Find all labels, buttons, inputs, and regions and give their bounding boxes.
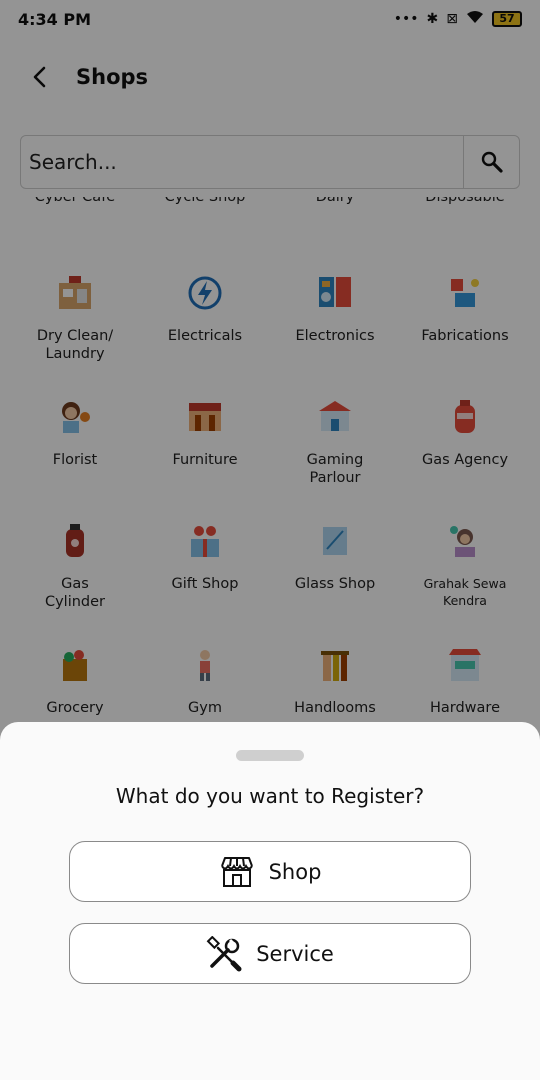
register-shop-label: Shop [268,859,322,884]
sheet-title: What do you want to Register? [115,784,425,808]
register-shop-button[interactable]: Shop [69,841,471,902]
storefront-icon [220,856,253,887]
register-service-button[interactable]: Service [69,923,471,984]
tools-icon [206,935,242,971]
drag-handle[interactable] [236,750,304,761]
register-service-label: Service [256,941,334,966]
register-bottom-sheet: What do you want to Register? Shop Servi… [0,722,540,1080]
